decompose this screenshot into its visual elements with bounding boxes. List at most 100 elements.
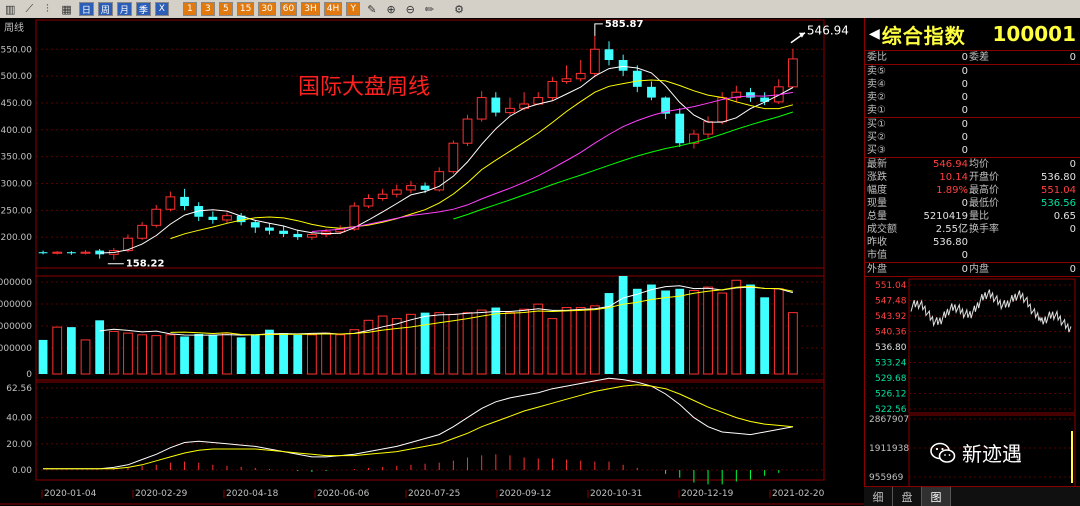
calendar-icon[interactable]: ▦ bbox=[58, 2, 75, 16]
mini-price-label: 529.68 bbox=[875, 374, 907, 384]
edit-icon[interactable]: ✎ bbox=[364, 2, 380, 16]
bids-label: 买② bbox=[867, 132, 886, 143]
candle-body bbox=[180, 196, 189, 207]
zoom-out-icon[interactable]: ⊖ bbox=[402, 2, 418, 16]
dea-line bbox=[43, 384, 793, 470]
volume-bar bbox=[491, 307, 501, 374]
panel-tab-2[interactable]: 图 bbox=[922, 487, 951, 506]
minute-button-3[interactable]: 15 bbox=[236, 2, 255, 16]
bar-chart-icon[interactable]: ⫶ bbox=[40, 2, 55, 16]
minute-button-7[interactable]: 4H bbox=[323, 2, 343, 16]
stats-list: 最新 546.94 均价 0 涨跌 10.14 开盘价 536.80 幅度 1.89% 最高价 551… bbox=[865, 158, 1080, 263]
wechat-icon bbox=[930, 442, 956, 463]
minute-button-4[interactable]: 30 bbox=[258, 2, 276, 16]
panel-tab-1[interactable]: 盘 bbox=[893, 487, 922, 506]
stat-l1: 总量 bbox=[867, 211, 887, 222]
stat-v2: 536.56 bbox=[1041, 198, 1076, 209]
candle-body bbox=[589, 48, 600, 74]
zoom-in-icon[interactable]: ⊕ bbox=[383, 2, 399, 16]
price-tick-label: 200.00 bbox=[1, 233, 33, 243]
minute-button-5[interactable]: 60 bbox=[279, 2, 298, 16]
volume-bar bbox=[194, 333, 204, 374]
candle-body bbox=[505, 107, 515, 114]
volume-bar bbox=[547, 318, 558, 375]
candle-body bbox=[293, 233, 303, 238]
volume-bar bbox=[349, 329, 360, 375]
volume-bar bbox=[462, 312, 473, 375]
volume-bar bbox=[773, 288, 784, 375]
bids-label: 买③ bbox=[867, 145, 886, 156]
outer-label: 外盘 bbox=[867, 264, 887, 275]
volume-bar bbox=[52, 326, 63, 375]
stat-v1: 0 bbox=[961, 250, 968, 261]
volume-bar bbox=[476, 309, 487, 375]
stat-l2: 开盘价 bbox=[969, 172, 999, 183]
candle-body bbox=[52, 251, 63, 254]
volume-bar bbox=[279, 333, 288, 374]
date-label: 2020-04-18 bbox=[226, 489, 279, 499]
asks-label: 卖① bbox=[867, 105, 886, 116]
candle-body bbox=[222, 215, 232, 221]
candle-body bbox=[462, 118, 473, 144]
asks-value: 0 bbox=[961, 105, 968, 116]
period-button-2[interactable]: 月 bbox=[116, 2, 132, 16]
period-button-0[interactable]: 日 bbox=[78, 2, 94, 16]
mini-price-line bbox=[910, 289, 1072, 333]
line-chart-icon[interactable]: ⟋ bbox=[22, 2, 37, 16]
stat-l2: 最高价 bbox=[969, 185, 999, 196]
stat-l1: 现量 bbox=[867, 198, 887, 209]
gear-icon[interactable]: ⚙ bbox=[451, 2, 467, 16]
quote-panel: ◀ 综合指数 100001 委比 0 委差 0 卖⑤ 0 卖④ 0 卖② 0 卖① 0 买① 0… bbox=[864, 18, 1080, 505]
candle-body bbox=[208, 216, 218, 220]
ask-list: 卖⑤ 0 卖④ 0 卖② 0 卖① 0 bbox=[865, 65, 1080, 118]
outer-value: 0 bbox=[961, 264, 968, 275]
bids-row: 买① 0 bbox=[865, 118, 1080, 131]
volume-bar bbox=[703, 286, 713, 375]
volume-bar bbox=[675, 288, 685, 374]
candlestick-icon[interactable]: ▥ bbox=[2, 2, 19, 16]
period-button-3[interactable]: 季 bbox=[135, 2, 151, 16]
mini-price-label: 526.12 bbox=[875, 390, 907, 400]
stat-l2: 换手率 bbox=[969, 224, 999, 235]
stat-v1: 0 bbox=[961, 198, 968, 209]
volume-bar bbox=[391, 318, 402, 375]
kline-chart[interactable]: 550.00 500.00 450.00 400.00 350.00 300.00 250.… bbox=[0, 18, 864, 505]
stat-row: 总量 5210419 量比 0.65 bbox=[865, 210, 1080, 223]
candle-body bbox=[391, 189, 402, 195]
volume-bar bbox=[406, 313, 416, 375]
mini-vol-label: 1911938 bbox=[869, 444, 909, 454]
price-tick-label: 550.00 bbox=[1, 45, 33, 55]
volume-bar bbox=[618, 276, 628, 374]
minute-button-8[interactable]: Y bbox=[346, 2, 361, 16]
candle-body bbox=[547, 80, 558, 99]
bids-row: 买③ 0 bbox=[865, 144, 1080, 157]
watermark-text: 新迹遇 bbox=[962, 442, 1022, 466]
period-buttons: 日周月季X bbox=[78, 2, 169, 16]
ma5-line bbox=[99, 65, 794, 254]
prev-arrow-icon[interactable]: ◀ bbox=[869, 26, 880, 42]
volume-tick-label: 0000000 bbox=[0, 300, 32, 310]
chart-title-overlay: 国际大盘周线 bbox=[298, 75, 430, 100]
bids-label: 买① bbox=[867, 119, 886, 130]
minute-button-6[interactable]: 3H bbox=[301, 2, 320, 16]
minute-button-0[interactable]: 1 bbox=[182, 2, 197, 16]
volume-bar bbox=[363, 319, 374, 375]
stat-v1: 546.94 bbox=[933, 159, 968, 170]
minute-button-2[interactable]: 5 bbox=[218, 2, 233, 16]
outer-inner-row: 外盘 0 内盘 0 bbox=[865, 263, 1080, 277]
volume-tick-label: 0000000 bbox=[0, 344, 32, 354]
period-button-1[interactable]: 周 bbox=[97, 2, 113, 16]
mini-price-label: 547.48 bbox=[875, 297, 907, 307]
volume-bar bbox=[533, 303, 544, 375]
stat-v1: 536.80 bbox=[933, 237, 968, 248]
bids-value: 0 bbox=[961, 132, 968, 143]
panel-tab-0[interactable]: 细 bbox=[864, 487, 893, 506]
stat-row: 现量 0 最低价 536.56 bbox=[865, 197, 1080, 210]
period-button-4[interactable]: X bbox=[154, 2, 169, 16]
candle-body bbox=[307, 233, 317, 238]
index-code: 100001 bbox=[992, 22, 1077, 46]
draw-icon[interactable]: ✏ bbox=[421, 2, 438, 16]
minute-button-1[interactable]: 3 bbox=[200, 2, 215, 16]
asks-row: 卖④ 0 bbox=[865, 78, 1080, 91]
date-label: 2020-06-06 bbox=[317, 489, 370, 499]
